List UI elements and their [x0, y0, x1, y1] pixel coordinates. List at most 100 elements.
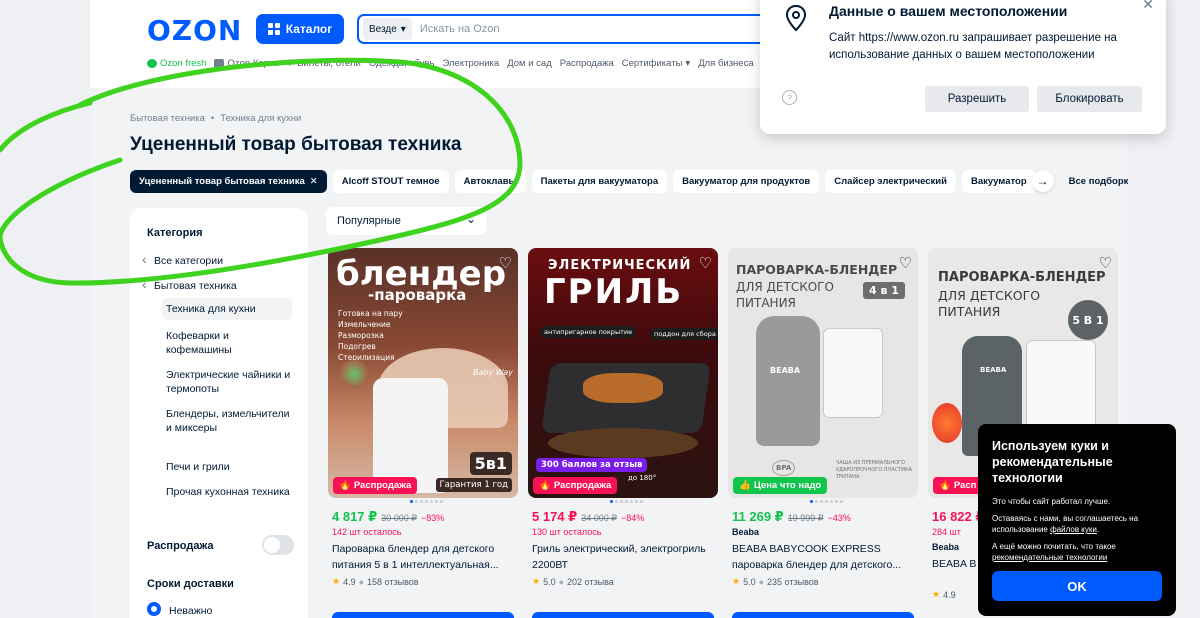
image-title: ЭЛЕКТРИЧЕСКИЙ [548, 258, 692, 273]
breadcrumb-separator: • [210, 113, 215, 124]
heart-icon[interactable]: ♡ [499, 254, 512, 272]
search-scope-select[interactable]: Везде ▾ [363, 18, 412, 40]
sidebar-item-all-categories[interactable]: Все категории [142, 252, 284, 268]
all-collections-link[interactable]: Все подборки [1060, 170, 1128, 193]
sidebar-item-appliances[interactable]: Бытовая техника [142, 277, 284, 293]
product-card[interactable]: ПАРОВАРКА-БЛЕНДЕР ДЛЯ ДЕТСКОГО ПИТАНИЯ 4… [728, 248, 918, 618]
help-icon[interactable]: ? [782, 90, 797, 105]
chip[interactable]: Слайсер электрический [825, 170, 956, 193]
recommendation-tech-link[interactable]: рекомендательные технологии [992, 553, 1107, 562]
product-image[interactable]: ЭЛЕКТРИЧЕСКИЙ ГРИЛЬ антипригарное покрыт… [528, 248, 718, 498]
chip[interactable]: Вакууматор [961, 170, 1036, 193]
chip[interactable]: Автоклавы [454, 170, 526, 193]
reviews-count[interactable]: 202 отзыва [567, 577, 614, 587]
add-to-cart-button[interactable] [532, 612, 714, 618]
fire-icon: 🔥 [539, 480, 551, 491]
breadcrumb-item[interactable]: Бытовая техника [130, 113, 205, 124]
cookie-ok-button[interactable]: OK [992, 571, 1162, 601]
rating: ★ 5.0 ● 202 отзыва [532, 576, 614, 587]
quick-link-ozon-fresh[interactable]: Ozon fresh [147, 58, 206, 69]
heart-icon[interactable]: ♡ [699, 254, 712, 272]
image-bullet: Подогрев [338, 342, 376, 351]
image-title: ГРИЛЬ [544, 272, 684, 312]
badge-label: Распродажа [553, 480, 612, 491]
sidebar-item-other[interactable]: Прочая кухонная техника [166, 485, 296, 499]
sale-toggle[interactable] [262, 535, 294, 555]
heart-icon[interactable]: ♡ [899, 254, 912, 272]
price: 5 174 ₽34 000 ₽ −84% [532, 509, 644, 525]
product-name[interactable]: Гриль электрический, электрогриль 2200ВТ [532, 541, 714, 573]
catalog-grid-icon [267, 23, 280, 35]
chip[interactable]: Alcoff STOUT темное [332, 170, 449, 193]
chip[interactable]: Пакеты для вакууматора [531, 170, 668, 193]
sort-select[interactable]: Популярные ⌄ [326, 207, 486, 235]
rating-value: 5.0 [543, 576, 556, 587]
product-card[interactable]: ЭЛЕКТРИЧЕСКИЙ ГРИЛЬ антипригарное покрыт… [528, 248, 718, 618]
fruit-bowl-image [340, 360, 368, 388]
add-to-cart-button[interactable] [332, 612, 514, 618]
quick-link-clothes[interactable]: Одежда, обувь [369, 58, 435, 69]
rating: ★ 4.9 ● 158 отзывов [332, 576, 419, 587]
delivery-option-label: Неважно [169, 605, 213, 617]
fire-icon: 🔥 [939, 480, 951, 491]
price: 16 822 ₽ [932, 509, 984, 525]
arrow-right-icon[interactable]: → [1031, 170, 1054, 192]
quick-link-certificates[interactable]: Сертификаты ▾ [622, 58, 690, 69]
product-name[interactable]: BEABA BABYCOOK EXPRESS пароварка блендер… [732, 541, 914, 573]
filters-sidebar: Категория Все категории Бытовая техника … [130, 208, 308, 618]
sale-badge: 🔥 Расп [933, 477, 983, 494]
star-icon: ★ [932, 589, 941, 599]
quick-link-business[interactable]: Для бизнеса [698, 58, 753, 69]
breadcrumb-item[interactable]: Техника для кухни [220, 113, 301, 124]
bowl-image [823, 328, 883, 418]
quick-links: Ozon fresh Ozon Карта ✈ Билеты, отели Оде… [147, 58, 754, 69]
product-image[interactable]: блендер -пароварка Готовка на пару Измел… [328, 248, 518, 498]
image-title: ПИТАНИЯ [938, 304, 1001, 319]
stock-left: 130 шт осталось [532, 527, 602, 537]
block-button[interactable]: Блокировать [1037, 86, 1142, 112]
search-scope-label: Везде [369, 23, 397, 35]
brand-name[interactable]: Beaba [732, 527, 759, 537]
chevron-down-icon: ▾ [400, 23, 406, 35]
cookie-files-link[interactable]: файлов куки [1050, 525, 1097, 534]
image-temp: до 180° [628, 474, 657, 482]
heart-icon[interactable]: ♡ [1099, 254, 1112, 272]
quick-link-electronics[interactable]: Электроника [442, 58, 499, 69]
tag-chips: Уцененный товар бытовая техника ✕ Alcoff … [130, 170, 1128, 193]
allow-button[interactable]: Разрешить [925, 86, 1029, 112]
image-bullet: Готовка на пару [338, 309, 403, 318]
left-margin [0, 0, 90, 618]
quick-link-home[interactable]: Дом и сад [507, 58, 552, 69]
comment-icon: ● [758, 576, 765, 587]
brand-name[interactable]: Beaba [932, 542, 959, 552]
product-card[interactable]: блендер -пароварка Готовка на пару Измел… [328, 248, 518, 618]
delivery-radio[interactable] [147, 602, 161, 616]
chip-active[interactable]: Уцененный товар бытовая техника ✕ [130, 170, 327, 193]
chip[interactable]: Вакууматор для продуктов [673, 170, 820, 193]
old-price: 19 999 ₽ [787, 513, 824, 523]
image-count: 5 В 1 [1068, 300, 1108, 340]
sidebar-item-kitchen[interactable]: Техника для кухни [162, 298, 292, 320]
cookie-line: А ещё можно почитать, что такое рекоменд… [992, 541, 1162, 563]
sidebar-item-ovens[interactable]: Печи и грили [166, 460, 296, 474]
catalog-button[interactable]: Каталог [256, 14, 344, 44]
current-price: 11 269 ₽ [732, 509, 784, 524]
sidebar-item-coffee[interactable]: Кофеварки и кофемашины [166, 329, 296, 357]
quick-link-ozon-card[interactable]: Ozon Карта [214, 58, 278, 69]
image-title: ДЛЯ ДЕТСКОГО [938, 288, 1041, 303]
stock-left: 284 шт [932, 527, 961, 537]
quick-link-sale[interactable]: Распродажа [560, 58, 614, 69]
product-name[interactable]: Пароварка блендер для детского питания 5… [332, 541, 514, 573]
search-input[interactable] [419, 23, 720, 35]
reviews-count[interactable]: 158 отзывов [367, 577, 419, 587]
add-to-cart-button[interactable] [732, 612, 914, 618]
close-icon[interactable]: ✕ [1142, 0, 1154, 13]
sidebar-item-kettles[interactable]: Электрические чайники и термопоты [166, 368, 296, 396]
quick-link-tickets[interactable]: ✈ Билеты, отели [286, 58, 361, 69]
image-carousel-dots [410, 500, 443, 503]
ozon-logo[interactable]: OZON [147, 14, 242, 47]
product-image[interactable]: ПАРОВАРКА-БЛЕНДЕР ДЛЯ ДЕТСКОГО ПИТАНИЯ 4… [728, 248, 918, 498]
close-icon[interactable]: ✕ [310, 176, 318, 187]
reviews-count[interactable]: 235 отзывов [767, 577, 819, 587]
sidebar-item-blenders[interactable]: Блендеры, измельчители и миксеры [166, 407, 296, 435]
